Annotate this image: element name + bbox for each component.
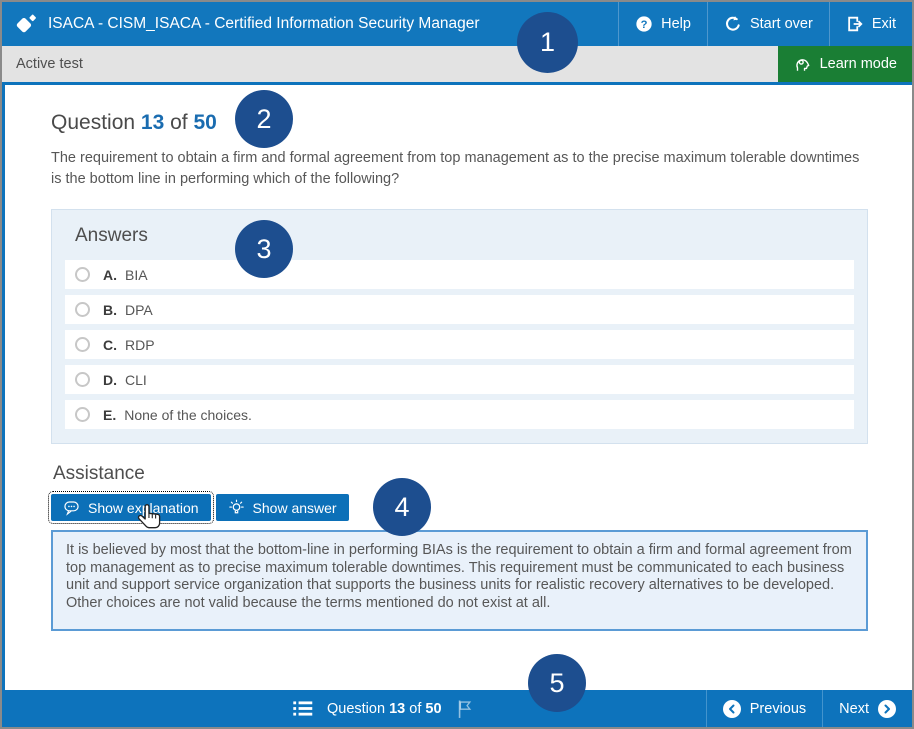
mode-bar: Active test Learn mode <box>2 46 912 82</box>
annotation-circle-5: 5 <box>528 654 586 712</box>
show-answer-button[interactable]: Show answer <box>216 494 349 521</box>
help-button[interactable]: ? Help <box>618 2 707 46</box>
annotation-circle-1: 1 <box>517 12 578 73</box>
question-text: The requirement to obtain a firm and for… <box>51 148 868 190</box>
explanation-box: It is believed by most that the bottom-l… <box>51 530 868 631</box>
option-letter: E. <box>103 407 116 423</box>
annotation-circle-3: 3 <box>235 220 293 278</box>
chevron-right-icon <box>878 700 896 718</box>
chevron-left-icon <box>723 700 741 718</box>
previous-button[interactable]: Previous <box>706 690 822 727</box>
option-letter: A. <box>103 267 117 283</box>
radio-button[interactable] <box>75 372 90 387</box>
speech-bubble-icon <box>63 500 80 516</box>
question-page: Question 13 of 50 The requirement to obt… <box>2 85 912 690</box>
option-text: BIA <box>125 267 148 283</box>
answers-heading: Answers <box>75 225 854 247</box>
option-text: None of the choices. <box>124 407 252 423</box>
learn-mode-icon <box>793 55 811 73</box>
option-text: RDP <box>125 337 155 353</box>
option-letter: C. <box>103 337 117 353</box>
answer-option-d[interactable]: D. CLI <box>65 365 854 394</box>
answers-panel: Answers A. BIA B. DPA C. RDP D. CLI <box>51 209 868 444</box>
learn-mode-label: Learn mode <box>820 56 897 72</box>
refresh-icon <box>724 15 742 33</box>
question-number: 13 <box>141 111 164 134</box>
isaca-logo-icon <box>15 13 37 35</box>
footer-question-word: Question <box>327 701 385 717</box>
answer-option-e[interactable]: E. None of the choices. <box>65 400 854 429</box>
annotation-circle-2: 2 <box>235 90 293 148</box>
footer-question-number: 13 <box>389 701 405 717</box>
question-heading: Question 13 of 50 <box>51 111 868 135</box>
show-answer-label: Show answer <box>253 500 337 516</box>
radio-button[interactable] <box>75 337 90 352</box>
show-explanation-button[interactable]: Show explanation <box>51 494 211 521</box>
question-heading-word: Question <box>51 111 135 134</box>
answer-option-b[interactable]: B. DPA <box>65 295 854 324</box>
next-button[interactable]: Next <box>822 690 912 727</box>
radio-button[interactable] <box>75 407 90 422</box>
radio-button[interactable] <box>75 267 90 282</box>
top-header: ISACA - CISM_ISACA - Certified Informati… <box>2 2 912 46</box>
help-label: Help <box>661 16 691 32</box>
option-text: DPA <box>125 302 153 318</box>
answer-option-c[interactable]: C. RDP <box>65 330 854 359</box>
annotation-circle-4: 4 <box>373 478 431 536</box>
option-letter: D. <box>103 372 117 388</box>
window-title: ISACA - CISM_ISACA - Certified Informati… <box>48 15 480 33</box>
start-over-label: Start over <box>750 16 813 32</box>
footer-of-word: of <box>409 701 421 717</box>
footer-question-counter: Question 13 of 50 <box>327 701 442 717</box>
learn-mode-button[interactable]: Learn mode <box>778 46 912 82</box>
question-total: 50 <box>193 111 216 134</box>
answer-option-a[interactable]: A. BIA <box>65 260 854 289</box>
start-over-button[interactable]: Start over <box>707 2 829 46</box>
exit-icon <box>846 15 864 33</box>
svg-text:?: ? <box>641 19 648 31</box>
footer-nav-buttons: Previous Next <box>706 690 912 727</box>
exam-window: ISACA - CISM_ISACA - Certified Informati… <box>0 0 914 729</box>
help-icon: ? <box>635 15 653 33</box>
option-text: CLI <box>125 372 147 388</box>
bottom-navigation-bar: Question 13 of 50 Previous <box>2 690 912 727</box>
question-list-icon[interactable] <box>293 701 313 716</box>
radio-button[interactable] <box>75 302 90 317</box>
question-of-word: of <box>170 111 188 134</box>
active-test-label: Active test <box>16 56 83 72</box>
flag-icon[interactable] <box>456 699 473 719</box>
exit-button[interactable]: Exit <box>829 2 912 46</box>
footer-question-status: Question 13 of 50 <box>293 690 473 727</box>
cursor-pointer-icon <box>136 503 163 538</box>
option-letter: B. <box>103 302 117 318</box>
next-label: Next <box>839 701 869 717</box>
lightbulb-icon <box>228 499 245 516</box>
exit-label: Exit <box>872 16 896 32</box>
header-actions: ? Help Start over <box>618 2 912 46</box>
previous-label: Previous <box>750 701 806 717</box>
footer-question-total: 50 <box>425 701 441 717</box>
assistance-buttons: Show explanation Show answer <box>51 494 868 521</box>
assistance-heading: Assistance <box>53 463 868 485</box>
